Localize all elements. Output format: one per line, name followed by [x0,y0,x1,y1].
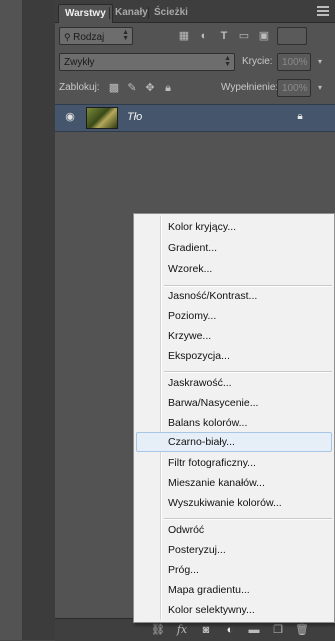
fx-icon[interactable]: fx [175,623,189,637]
eye-icon[interactable]: ◉ [63,110,77,124]
chevron-updown-icon: ▲ ▼ [224,55,231,68]
menu-item-photo-filter[interactable]: Filtr fotograficzny... [134,453,334,473]
menu-item-posterize[interactable]: Posteryzuj... [134,540,334,560]
lock-icon: 🔒︎ [297,111,303,122]
adjustment-layer-icon[interactable]: ◐ [223,623,237,637]
menu-item-color-balance[interactable]: Balans kolorów... [134,413,334,433]
collapsed-panel-column [22,0,56,640]
chevron-updown-icon: ▲ ▼ [122,29,129,42]
smart-object-filter-icon[interactable]: ▣ [257,29,271,43]
new-group-icon[interactable]: ▬ [247,623,261,637]
lock-pixels-icon[interactable]: ✎ [125,81,139,95]
layer-name: Tło [127,111,143,123]
menu-item-hue-saturation[interactable]: Barwa/Nasycenie... [134,393,334,413]
tab-channels[interactable]: Kanały [115,4,148,22]
menu-item-black-white[interactable]: Czarno-biały... [136,432,332,452]
new-layer-icon[interactable]: ❐ [271,623,285,637]
blend-mode-select[interactable]: Zwykły ▲ ▼ [59,53,235,71]
menu-item-solid-color[interactable]: Kolor kryjący... [134,217,334,237]
lock-all-icon[interactable]: 🔒︎ [161,81,175,95]
layer-thumbnail [86,107,118,129]
type-filter-icon[interactable]: T [217,29,231,43]
shape-filter-icon[interactable]: ▭ [237,29,251,43]
panel-menu-icon[interactable] [317,6,329,16]
dock-strip [0,0,23,640]
opacity-field[interactable]: 100% [277,53,311,71]
filter-kind-label: Rodzaj [73,32,105,43]
add-mask-icon[interactable]: ◙ [199,623,213,637]
layer-row[interactable]: ◉ Tło 🔒︎ [55,104,335,132]
menu-item-exposure[interactable]: Ekspozycja... [134,346,334,366]
adjustment-layer-menu: Kolor kryjący... Gradient... Wzorek... J… [133,213,335,623]
menu-item-selective-color[interactable]: Kolor selektywny... [134,600,334,620]
menu-item-vibrance[interactable]: Jaskrawość... [134,373,334,393]
blend-row: Zwykły ▲ ▼ Krycie: 100% ▾ [55,50,335,74]
menu-item-invert[interactable]: Odwróć [134,520,334,540]
search-icon: ⚲ [64,32,74,42]
menu-item-brightness-contrast[interactable]: Jasność/Kontrast... [134,286,334,306]
menu-item-channel-mixer[interactable]: Mieszanie kanałów... [134,473,334,493]
opacity-chevron-icon[interactable]: ▾ [313,55,327,69]
pixel-filter-icon[interactable]: ▦ [177,29,191,43]
fill-chevron-icon[interactable]: ▾ [313,81,327,95]
tab-paths[interactable]: Ścieżki [154,4,188,22]
trash-icon[interactable]: 🗑︎ [295,623,309,637]
lock-row: Zablokuj: ▩ ✎ ✥ 🔒︎ Wypełnienie: 100% ▾ [55,76,335,100]
tab-separator [148,7,149,19]
adjustment-filter-icon[interactable]: ◐ [197,29,211,43]
menu-item-levels[interactable]: Poziomy... [134,306,334,326]
menu-item-pattern[interactable]: Wzorek... [134,259,334,279]
lock-transparency-icon[interactable]: ▩ [107,81,121,95]
fill-label: Wypełnienie: [221,82,279,93]
blend-mode-value: Zwykły [64,57,95,68]
menu-item-gradient[interactable]: Gradient... [134,238,334,258]
tab-layers[interactable]: Warstwy [58,4,113,23]
filter-kind-select[interactable]: ⚲ Rodzaj ▲ ▼ [59,27,133,45]
menu-item-gradient-map[interactable]: Mapa gradientu... [134,580,334,600]
lock-position-icon[interactable]: ✥ [143,81,157,95]
lock-label: Zablokuj: [59,82,100,93]
link-layers-icon[interactable]: ⛓ [151,623,165,637]
filter-toggle[interactable] [277,27,307,45]
menu-item-curves[interactable]: Krzywe... [134,326,334,346]
tab-separator [109,7,110,19]
opacity-label: Krycie: [242,56,273,67]
menu-item-color-lookup[interactable]: Wyszukiwanie kolorów... [134,493,334,513]
filter-row: ⚲ Rodzaj ▲ ▼ ▦ ◐ T ▭ ▣ [55,24,335,48]
menu-item-threshold[interactable]: Próg... [134,560,334,580]
fill-field[interactable]: 100% [277,79,311,97]
panel-tab-bar: Warstwy Kanały Ścieżki [55,0,335,23]
